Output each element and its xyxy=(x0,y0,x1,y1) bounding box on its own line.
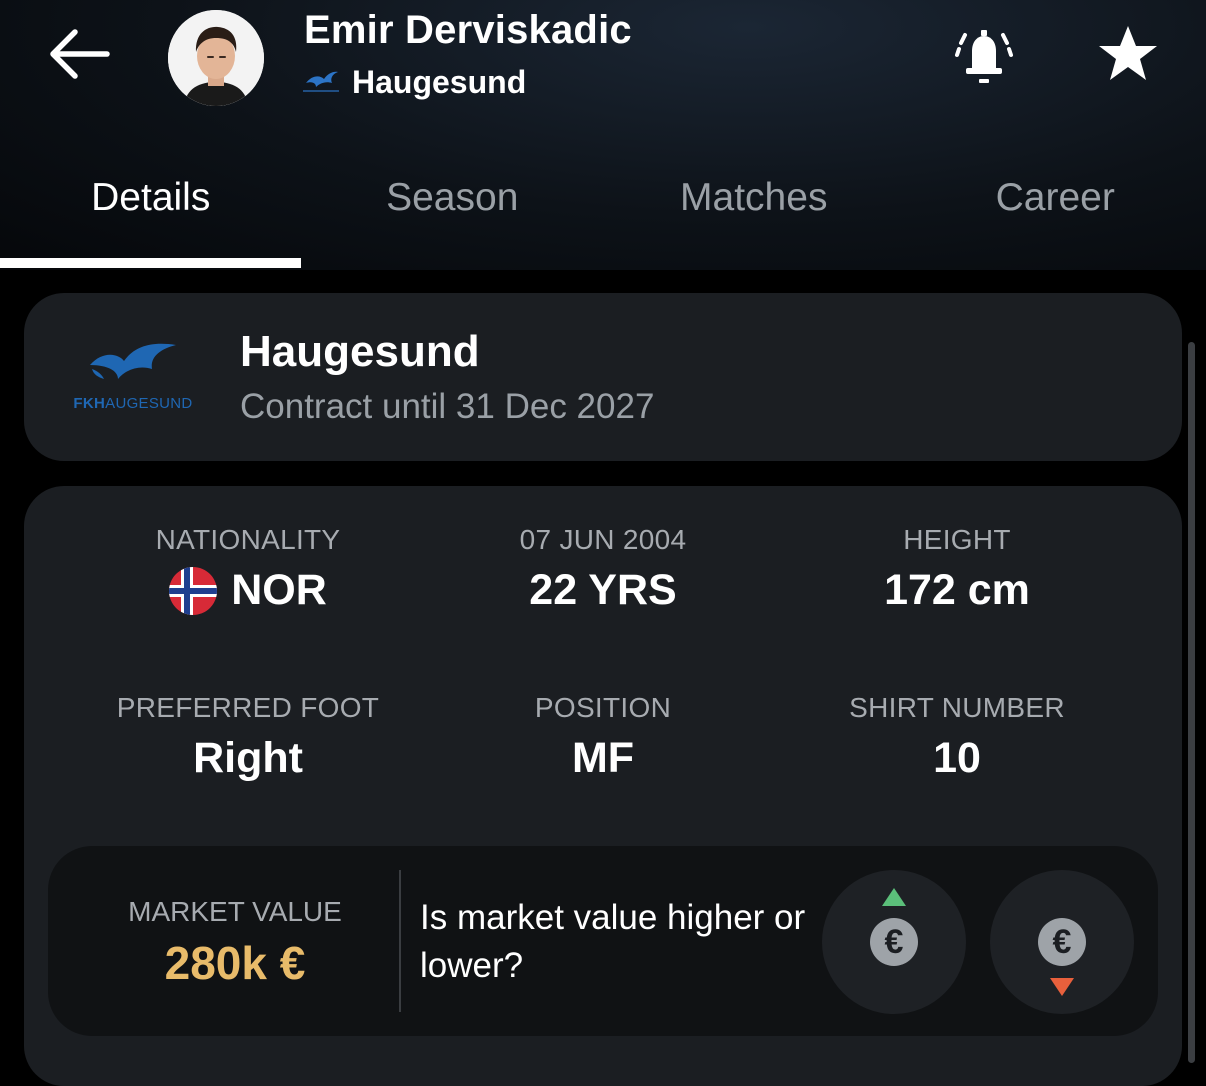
stat-shirt-number: SHIRT NUMBER 10 xyxy=(777,692,1137,783)
stat-height: HEIGHT 172 cm xyxy=(777,524,1137,615)
stat-label: HEIGHT xyxy=(777,524,1137,556)
back-button[interactable] xyxy=(40,22,116,86)
scrollbar[interactable] xyxy=(1188,342,1195,1063)
market-value-panel: MARKET VALUE 280k € Is market value high… xyxy=(48,846,1158,1036)
avatar xyxy=(168,10,264,106)
stat-value: NOR xyxy=(68,566,428,615)
club-logo-icon xyxy=(68,335,198,391)
vote-lower-button[interactable]: € xyxy=(990,870,1134,1014)
nationality-value: NOR xyxy=(231,566,327,615)
divider xyxy=(399,870,401,1012)
tab-career[interactable]: Career xyxy=(905,150,1206,270)
stat-nationality: NATIONALITY NOR xyxy=(68,524,428,615)
player-info-card: NATIONALITY NOR 07 JUN 2004 22 YRS HEIGH… xyxy=(24,486,1182,1086)
market-value-label: MARKET VALUE xyxy=(76,896,394,928)
norway-flag-icon xyxy=(169,567,217,615)
euro-icon: € xyxy=(1038,918,1086,966)
stat-label: POSITION xyxy=(423,692,783,724)
market-value-question: Is market value higher or lower? xyxy=(420,894,820,990)
club-name: Haugesund xyxy=(352,64,526,101)
star-icon xyxy=(1096,22,1160,86)
triangle-up-icon xyxy=(882,888,906,906)
header: Emir Derviskadic Haugesund Details Seaso… xyxy=(0,0,1206,270)
stat-value: 10 xyxy=(777,734,1137,783)
stat-preferred-foot: PREFERRED FOOT Right xyxy=(68,692,428,783)
market-value-amount: 280k € xyxy=(76,936,394,990)
stat-value: 22 YRS xyxy=(423,566,783,615)
bell-ringing-icon xyxy=(951,21,1017,87)
club-card[interactable]: FKHAUGESUND Haugesund Contract until 31 … xyxy=(24,293,1182,461)
stat-age: 07 JUN 2004 22 YRS xyxy=(423,524,783,615)
stat-position: POSITION MF xyxy=(423,692,783,783)
contract-text: Contract until 31 Dec 2027 xyxy=(240,387,654,427)
club-title: Haugesund xyxy=(240,327,480,377)
vote-higher-button[interactable]: € xyxy=(822,870,966,1014)
club-logo: FKHAUGESUND xyxy=(68,335,198,415)
tab-matches[interactable]: Matches xyxy=(603,150,905,270)
stat-label: NATIONALITY xyxy=(68,524,428,556)
triangle-down-icon xyxy=(1050,978,1074,996)
stat-label: 07 JUN 2004 xyxy=(423,524,783,556)
stat-value: Right xyxy=(68,734,428,783)
stat-label: SHIRT NUMBER xyxy=(777,692,1137,724)
euro-icon: € xyxy=(870,918,918,966)
player-name: Emir Derviskadic xyxy=(304,8,632,53)
club-logo-icon xyxy=(302,69,340,95)
arrow-left-icon xyxy=(45,26,111,82)
stat-value: MF xyxy=(423,734,783,783)
notification-button[interactable] xyxy=(948,18,1020,90)
club-logo-text: FKHAUGESUND xyxy=(68,395,198,412)
tab-details[interactable]: Details xyxy=(0,150,302,270)
favorite-button[interactable] xyxy=(1092,18,1164,90)
tab-bar: Details Season Matches Career xyxy=(0,150,1206,270)
club-link[interactable]: Haugesund xyxy=(302,62,526,102)
stat-value: 172 cm xyxy=(777,566,1137,615)
tab-season[interactable]: Season xyxy=(302,150,604,270)
stat-label: PREFERRED FOOT xyxy=(68,692,428,724)
